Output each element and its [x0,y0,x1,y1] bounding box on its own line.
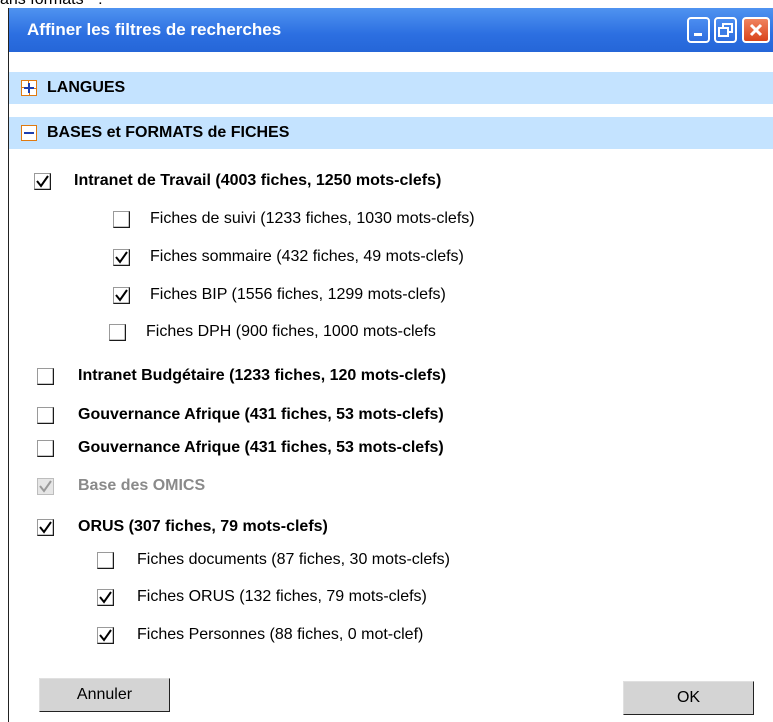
format-label: Fiches sommaire (432 fiches, 49 mots-cle… [150,248,464,265]
close-icon [749,23,763,37]
collapse-minus-icon[interactable] [21,125,37,141]
checkbox-checked[interactable] [97,626,114,644]
restore-icon [717,23,733,37]
format-row-fiches-orus[interactable]: Fiches ORUS (132 fiches, 79 mots-clefs) [97,584,427,610]
base-label: ORUS (307 fiches, 79 mots-clefs) [78,518,328,535]
format-row-fiches-documents[interactable]: Fiches documents (87 fiches, 30 mots-cle… [97,547,450,573]
format-label: Fiches documents (87 fiches, 30 mots-cle… [137,551,451,568]
format-label: Fiches BIP (1556 fiches, 1299 mots-clefs… [150,286,446,303]
checkbox-unchecked[interactable] [97,551,114,569]
minimize-icon [693,33,702,36]
close-button[interactable] [742,17,770,43]
checkbox-checked[interactable] [37,518,54,536]
checkbox-unchecked[interactable] [37,367,54,385]
expand-plus-icon[interactable] [21,80,37,96]
base-label: Gouvernance Afrique (431 fiches, 53 mots… [78,439,444,456]
format-label: Fiches de suivi (1233 fiches, 1030 mots-… [150,210,475,227]
base-row-gouvernance-afrique[interactable]: Gouvernance Afrique (431 fiches, 53 mots… [37,402,444,428]
format-label: Fiches Personnes (88 fiches, 0 mot-clef) [137,626,424,643]
base-row-orus[interactable]: ORUS (307 fiches, 79 mots-clefs) [37,514,328,540]
format-label: Fiches DPH (900 fiches, 1000 mots-clefs [146,323,436,340]
checkbox-unchecked[interactable] [109,323,126,341]
format-row-fiches-bip[interactable]: Fiches BIP (1556 fiches, 1299 mots-clefs… [113,282,446,308]
section-langues[interactable]: LANGUES [9,72,773,104]
base-row-gouvernance-afrique[interactable]: Gouvernance Afrique (431 fiches, 53 mots… [37,435,444,461]
dialog-title: Affiner les filtres de recherches [27,20,282,39]
filter-dialog: Affiner les filtres de recherches LANGUE… [8,8,773,722]
section-bases-formats[interactable]: BASES et FORMATS de FICHES [9,117,773,149]
title-bar[interactable]: Affiner les filtres de recherches [9,8,773,52]
base-label: Gouvernance Afrique (431 fiches, 53 mots… [78,406,444,423]
format-row-fiches-personnes[interactable]: Fiches Personnes (88 fiches, 0 mot-clef) [97,622,423,648]
format-row-fiches-suivi[interactable]: Fiches de suivi (1233 fiches, 1030 mots-… [113,206,475,232]
section-label: BASES et FORMATS de FICHES [47,124,290,141]
checkbox-checked[interactable] [113,248,130,266]
format-label: Fiches ORUS (132 fiches, 79 mots-clefs) [137,588,427,605]
base-label: Intranet de Travail (4003 fiches, 1250 m… [74,172,442,189]
checkbox-checked[interactable] [34,172,51,190]
ok-button[interactable]: OK [623,681,754,715]
base-row-intranet-travail[interactable]: Intranet de Travail (4003 fiches, 1250 m… [34,168,441,194]
base-row-omics: Base des OMICS [37,473,205,499]
checkbox-disabled-checked [37,477,54,495]
checkbox-checked[interactable] [97,588,114,606]
checkbox-checked[interactable] [113,286,130,304]
checkbox-unchecked[interactable] [37,406,54,424]
base-label: Base des OMICS [78,477,206,494]
base-label: Intranet Budgétaire (1233 fiches, 120 mo… [78,367,447,384]
minimize-button[interactable] [687,17,710,43]
format-row-fiches-dph[interactable]: Fiches DPH (900 fiches, 1000 mots-clefs [109,319,436,345]
checkbox-unchecked[interactable] [113,210,130,228]
checkbox-unchecked[interactable] [37,439,54,457]
restore-button[interactable] [714,17,737,43]
base-row-intranet-budgetaire[interactable]: Intranet Budgétaire (1233 fiches, 120 mo… [37,363,446,389]
section-label: LANGUES [47,79,126,96]
format-row-fiches-sommaire[interactable]: Fiches sommaire (432 fiches, 49 mots-cle… [113,244,464,270]
cancel-button[interactable]: Annuler [39,678,170,712]
